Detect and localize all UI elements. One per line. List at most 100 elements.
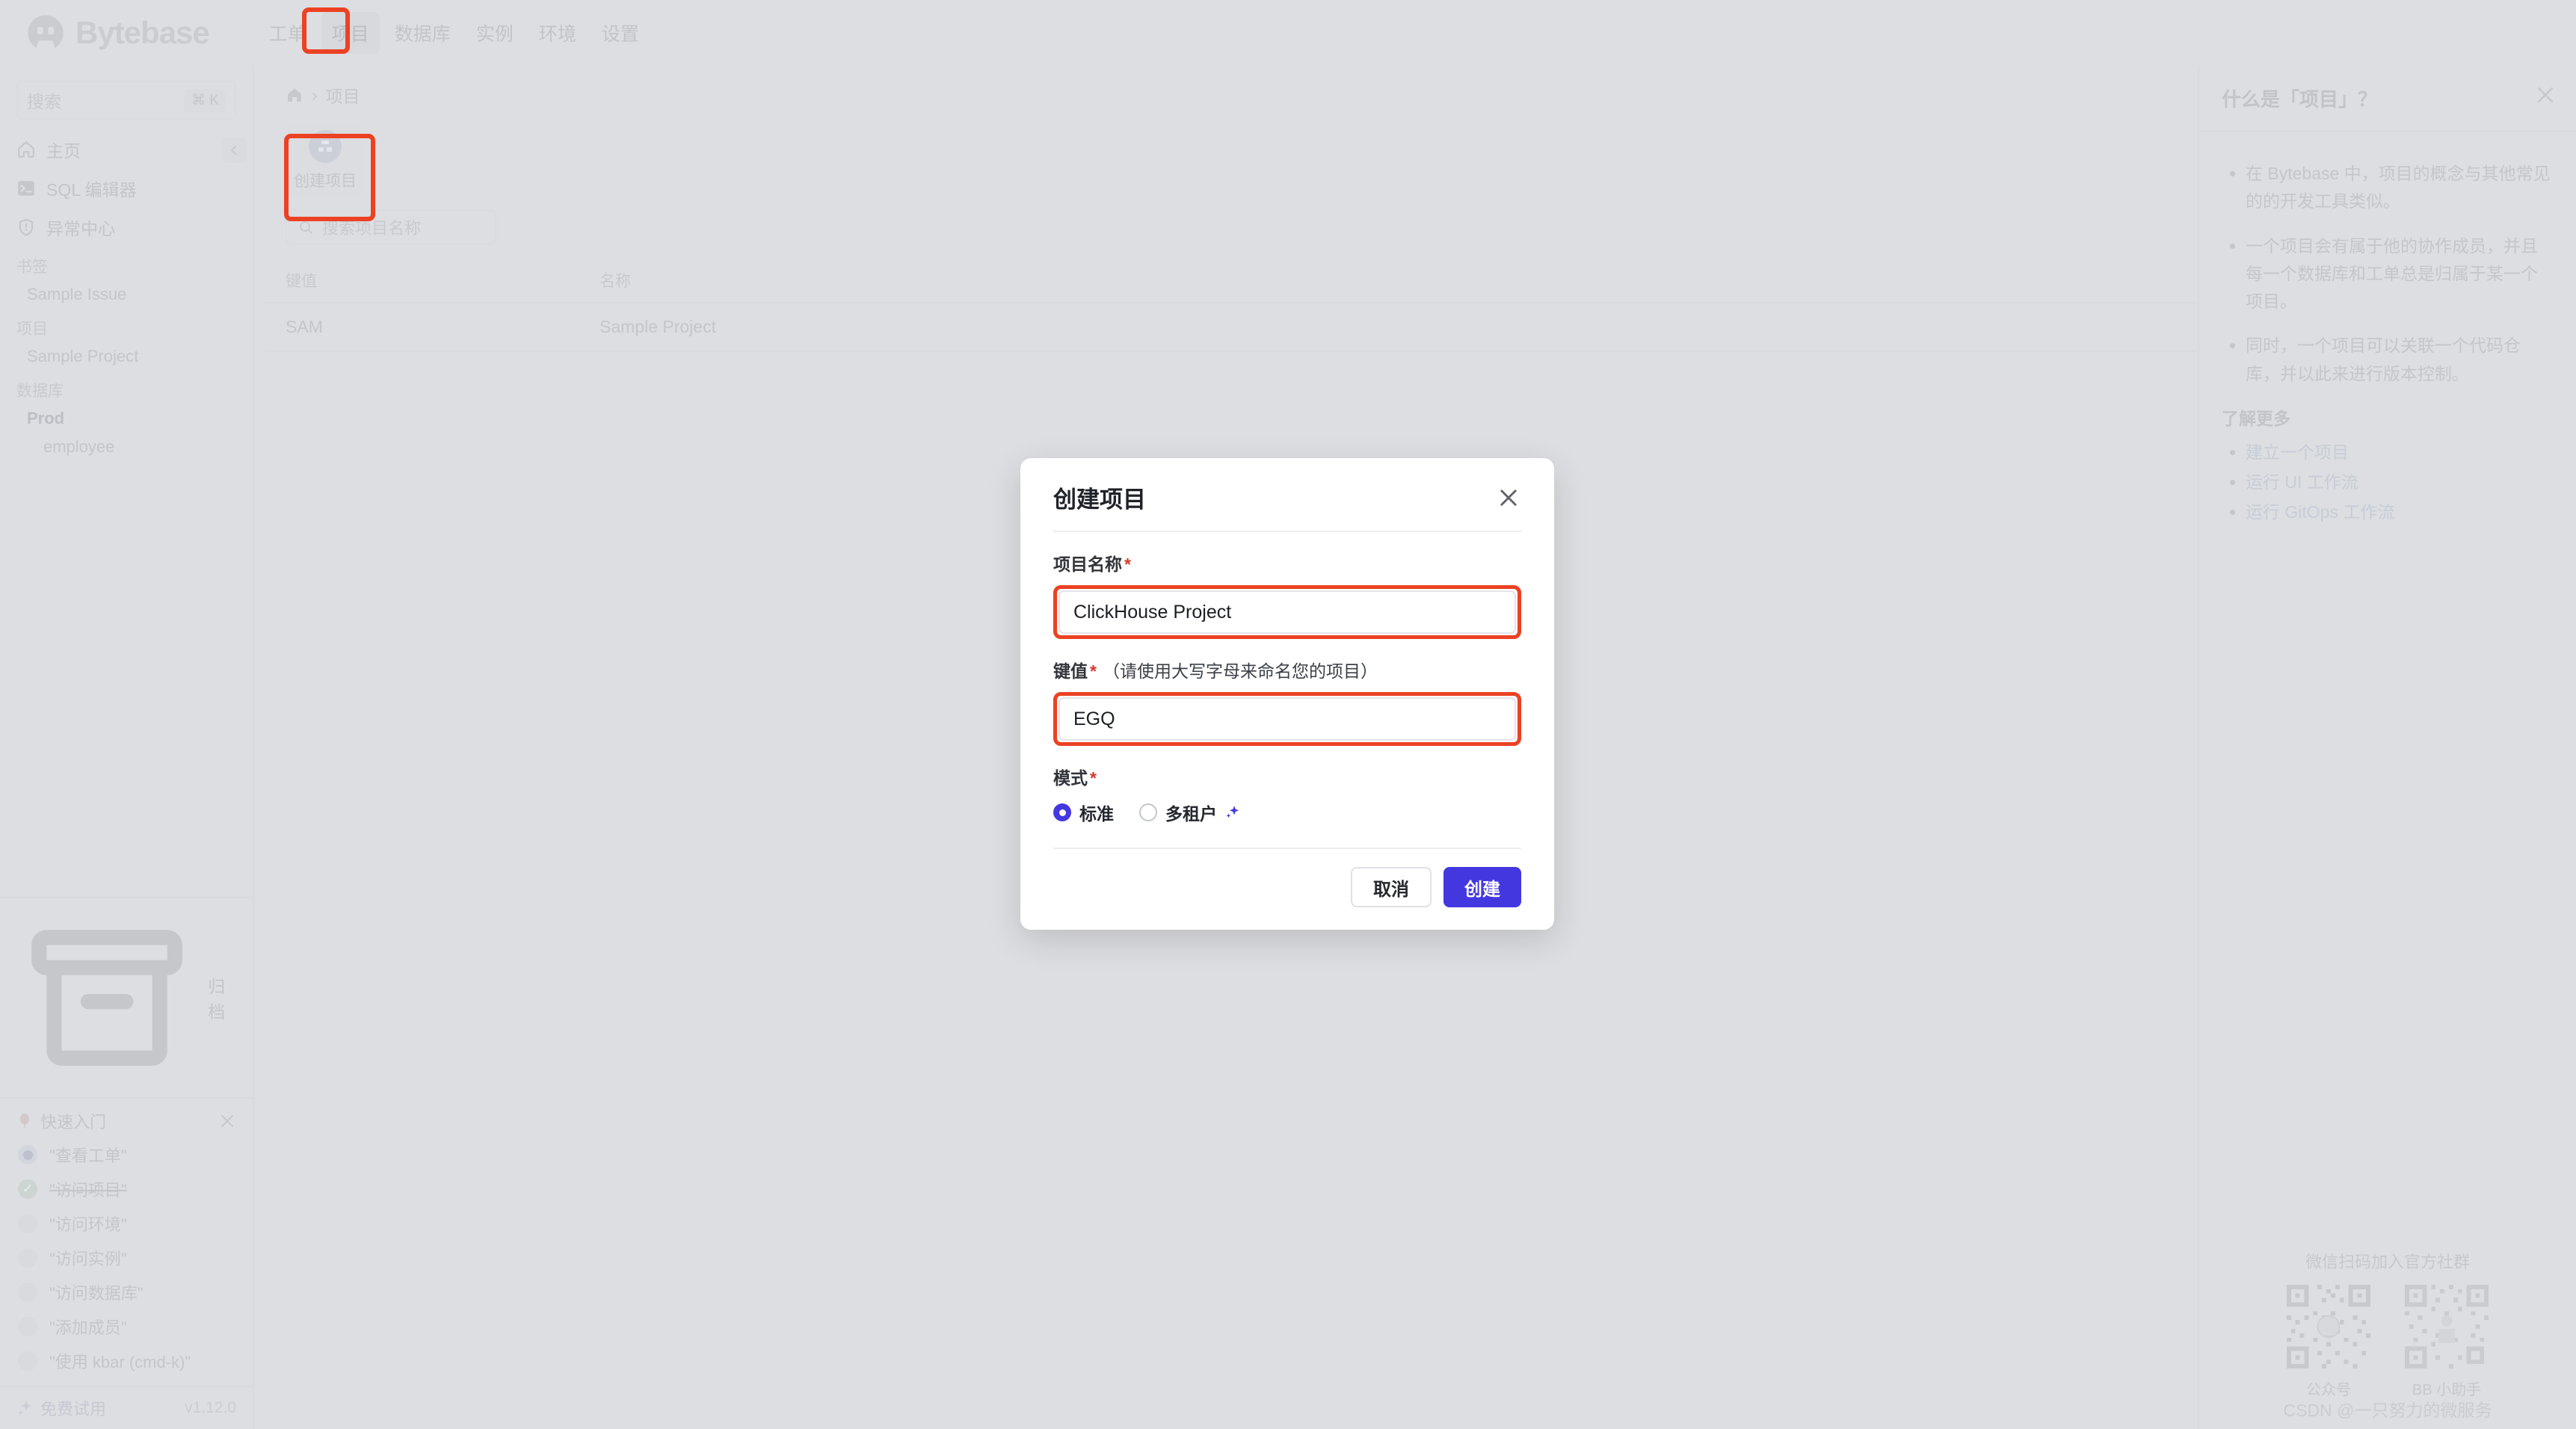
- status-dot-done: ✓: [18, 1179, 37, 1199]
- sidebar-project-sample-project[interactable]: Sample Project: [0, 342, 253, 371]
- quickstart-item-use-kbar[interactable]: "使用 kbar (cmd-k)": [0, 1344, 253, 1378]
- sidebar-section-projects-label: 项目: [16, 321, 48, 338]
- highlight-box-project-key-input: [1053, 692, 1521, 746]
- free-trial-label: 免费试用: [40, 1400, 107, 1419]
- quickstart-item-label: "访问实例": [49, 1250, 127, 1268]
- sidebar-item-anomaly-center[interactable]: 异常中心: [0, 208, 253, 247]
- help-panel: 什么是「项目」？ 在 Bytebase 中，项目的概念与其他常见的的开发工具类似…: [2198, 66, 2576, 1429]
- project-key-label: 键值 * （请使用大写字母来命名您的项目）: [1053, 657, 1521, 682]
- sidebar-item-anomaly-center-label: 异常中心: [46, 219, 115, 238]
- radio-mode-standard-label: 标准: [1079, 804, 1114, 824]
- sidebar-item-home-label: 主页: [46, 141, 81, 161]
- table-row[interactable]: SAM Sample Project: [265, 303, 2198, 352]
- nav-item-instances[interactable]: 实例: [466, 12, 524, 54]
- top-nav: 工单 项目 数据库 实例 环境 设置: [259, 12, 650, 54]
- quickstart-item-visit-database[interactable]: "访问数据库": [0, 1275, 253, 1309]
- sidebar-db-group-prod[interactable]: Prod: [0, 404, 253, 433]
- sparkle-icon: [18, 1401, 31, 1416]
- modal-title: 创建项目: [1053, 487, 1146, 513]
- help-link-list: 建立一个项目 运行 UI 工作流 运行 GitOps 工作流: [2222, 437, 2554, 528]
- help-link-ui-workflow[interactable]: 运行 UI 工作流: [2246, 472, 2358, 492]
- sidebar-section-bookmarks-label: 书签: [16, 259, 48, 276]
- nav-item-issues[interactable]: 工单: [259, 12, 317, 54]
- create-button[interactable]: 创建: [1443, 867, 1521, 907]
- qr-code-icon: [2400, 1280, 2493, 1373]
- learn-more-heading: 了解更多: [2222, 408, 2290, 428]
- column-header-key: 键值: [286, 273, 317, 290]
- cell-name: Sample Project: [600, 317, 716, 336]
- quickstart-item-visit-environment[interactable]: "访问环境": [0, 1206, 253, 1241]
- cancel-button[interactable]: 取消: [1351, 867, 1432, 907]
- nav-item-environments[interactable]: 环境: [529, 12, 587, 54]
- required-asterisk: *: [1124, 555, 1131, 574]
- qr-official-account: 公众号: [2282, 1280, 2375, 1399]
- terminal-icon: [18, 181, 34, 196]
- project-key-input[interactable]: [1059, 697, 1516, 741]
- breadcrumb-current: 项目: [325, 87, 360, 106]
- project-mode-label-text: 模式: [1053, 768, 1088, 788]
- table-header: 键值 名称: [265, 260, 2198, 303]
- radio-mode-standard[interactable]: 标准: [1053, 800, 1114, 825]
- project-mode-label: 模式 *: [1053, 764, 1521, 789]
- wechat-qr-block: 微信扫码加入官方社群 公众号 BB 小助手 CSDN @一只努力的微服务: [2199, 1249, 2576, 1422]
- qr-bb-assistant: BB 小助手: [2400, 1280, 2493, 1399]
- status-dot-todo: [18, 1351, 37, 1371]
- radio-mode-multitenant[interactable]: 多租户: [1139, 800, 1242, 825]
- project-name-input[interactable]: [1059, 590, 1516, 634]
- highlight-box-create-project-card: [284, 134, 375, 221]
- sidebar: 搜索 ⌘ K 主页 SQL 编辑器 异常中心 书签 Sample Issue 项…: [0, 66, 254, 1429]
- project-name-field: 项目名称 *: [1053, 532, 1521, 639]
- brand-name: Bytebase: [76, 15, 210, 50]
- quickstart-item-view-issues[interactable]: "查看工单": [0, 1138, 253, 1172]
- quickstart-item-label: "访问环境": [49, 1215, 127, 1234]
- radio-mode-multitenant-label: 多租户: [1165, 804, 1217, 824]
- sidebar-item-home[interactable]: 主页: [0, 130, 253, 169]
- sidebar-search[interactable]: 搜索 ⌘ K: [16, 81, 236, 120]
- sidebar-item-sql-editor[interactable]: SQL 编辑器: [0, 169, 253, 208]
- balloon-icon: [20, 1113, 29, 1129]
- sidebar-collapse-button[interactable]: [221, 138, 247, 163]
- version-label: v1.12.0: [185, 1399, 236, 1416]
- nav-item-projects[interactable]: 项目: [321, 12, 380, 54]
- modal-close-button[interactable]: [1496, 485, 1521, 510]
- column-header-name: 名称: [600, 273, 631, 290]
- help-bullet: 在 Bytebase 中，项目的概念与其他常见的的开发工具类似。: [2246, 160, 2554, 216]
- sidebar-section-databases-label: 数据库: [16, 383, 64, 400]
- nav-item-settings[interactable]: 设置: [591, 12, 650, 54]
- required-asterisk: *: [1090, 768, 1097, 788]
- help-bullet: 一个项目会有属于他的协作成员，并且每一个数据库和工单总是归属于某一个项目。: [2246, 232, 2554, 316]
- help-panel-body: 在 Bytebase 中，项目的概念与其他常见的的开发工具类似。 一个项目会有属…: [2199, 132, 2576, 528]
- sidebar-db-employee[interactable]: employee: [0, 433, 253, 461]
- list-item: 运行 GitOps 工作流: [2246, 497, 2554, 527]
- shield-alert-icon: [19, 218, 34, 236]
- quickstart-item-label: "使用 kbar (cmd-k)": [49, 1353, 191, 1371]
- sidebar-footer: 免费试用 v1.12.0: [0, 1386, 253, 1429]
- status-dot-todo: [18, 1248, 37, 1268]
- free-trial-button[interactable]: 免费试用: [16, 1396, 106, 1420]
- quickstart-item-label: "访问数据库": [49, 1284, 144, 1303]
- sidebar-section-bookmarks: 书签 Sample Issue: [0, 247, 253, 309]
- help-link-gitops-workflow[interactable]: 运行 GitOps 工作流: [2246, 502, 2394, 522]
- quickstart-item-visit-project[interactable]: ✓ "访问项目": [0, 1172, 253, 1206]
- required-asterisk: *: [1090, 661, 1097, 681]
- status-dot-todo: [18, 1283, 37, 1302]
- top-bar: Bytebase 工单 项目 数据库 实例 环境 设置: [0, 0, 2576, 66]
- list-item: 建立一个项目: [2246, 437, 2554, 467]
- close-icon[interactable]: [218, 1112, 236, 1130]
- quickstart-item-add-member[interactable]: "添加成员": [0, 1309, 253, 1344]
- sidebar-item-archive[interactable]: 归档: [0, 896, 253, 1097]
- watermark-text: CSDN @一只努力的微服务: [2283, 1401, 2492, 1420]
- home-icon[interactable]: [286, 86, 303, 104]
- status-dot-todo: [18, 1214, 37, 1233]
- brand-logo[interactable]: Bytebase: [25, 13, 210, 53]
- quickstart-item-visit-instance[interactable]: "访问实例": [0, 1241, 253, 1275]
- project-mode-field: 模式 * 标准 多租户: [1053, 746, 1521, 825]
- quickstart-item-label: "访问项目": [49, 1181, 127, 1200]
- quickstart-title: 快速入门: [40, 1113, 107, 1132]
- help-panel-close-button[interactable]: [2534, 84, 2557, 112]
- sidebar-search-shortcut: ⌘ K: [185, 88, 226, 112]
- help-link-create-project[interactable]: 建立一个项目: [2246, 442, 2349, 462]
- sidebar-bookmark-sample-issue[interactable]: Sample Issue: [0, 280, 253, 309]
- nav-item-databases[interactable]: 数据库: [384, 12, 461, 54]
- wechat-qr-title: 微信扫码加入官方社群: [2305, 1253, 2470, 1271]
